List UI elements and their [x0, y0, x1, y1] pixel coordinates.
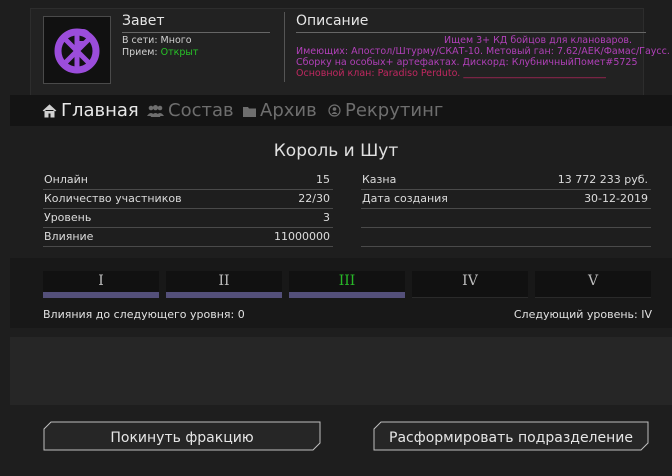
recruit-label: Прием: — [122, 47, 158, 58]
tab-members[interactable]: Состав — [147, 95, 234, 126]
level-progress-bar — [166, 292, 282, 298]
content-panel — [10, 337, 672, 405]
folder-icon — [243, 106, 256, 117]
stat-label: Казна — [362, 173, 397, 186]
stat-label: Влияние — [44, 230, 94, 243]
faction-title: Король и Шут — [273, 141, 399, 161]
description-title: Описание — [296, 13, 369, 29]
level-label: III — [338, 273, 356, 289]
stat-row: Уровень 3 — [43, 209, 333, 228]
tab-label: Состав — [168, 100, 234, 121]
leave-faction-button[interactable]: Покинуть фракцию — [43, 421, 321, 451]
tab-label: Архив — [260, 100, 317, 121]
home-icon — [42, 103, 57, 117]
stat-row: Влияние 11000000 — [43, 228, 333, 247]
recruit-status: Прием: Открыт — [122, 47, 198, 58]
next-level: Следующий уровень: IV — [513, 308, 652, 321]
online-status: В сети: Много — [122, 35, 192, 46]
influence-to-next: Влияния до следующего уровня: 0 — [43, 308, 245, 321]
tab-label: Рекрутинг — [345, 100, 444, 121]
stat-label: Уровень — [44, 211, 92, 224]
stat-value: 15 — [316, 173, 330, 186]
level-tab-4: IV — [412, 271, 528, 298]
stat-value: 11000000 — [274, 230, 330, 243]
divider — [284, 12, 285, 82]
stat-label: Онлайн — [44, 173, 88, 186]
level-progress-bar — [43, 292, 159, 298]
stat-value: 3 — [323, 211, 330, 224]
level-progress-bar — [289, 292, 405, 298]
stat-value: 22/30 — [298, 192, 330, 205]
level-tab-3: III — [289, 271, 405, 298]
description-line: Имеющих: Апостол/Штурму/СКАТ-10. Метовый… — [296, 46, 670, 57]
tab-archive[interactable]: Архив — [243, 95, 317, 126]
clan-logo — [43, 16, 111, 84]
divider — [296, 32, 646, 33]
stat-row: Количество участников 22/30 — [43, 190, 333, 209]
level-label: IV — [462, 273, 478, 289]
chi-rho-icon — [54, 28, 100, 74]
description-line: Основной клан: Paradiso Perduto. _______… — [296, 68, 606, 79]
stat-row: Дата создания 30-12-2019 — [361, 190, 651, 209]
stat-value: 30-12-2019 — [584, 192, 648, 205]
stat-row: Казна 13 772 233 руб. — [361, 171, 651, 190]
members-icon — [147, 104, 164, 117]
stat-row — [361, 209, 651, 228]
online-value: Много — [160, 35, 192, 46]
clan-name: Завет — [122, 13, 165, 29]
tab-recruiting[interactable]: Рекрутинг — [328, 95, 443, 126]
stat-label: Дата создания — [362, 192, 448, 205]
stat-row — [361, 228, 651, 247]
description-line: Ищем 3+ КД бойцов для клановаров. — [444, 35, 632, 46]
disband-unit-button[interactable]: Расформировать подразделение — [373, 421, 649, 451]
button-label: Расформировать подразделение — [389, 430, 633, 446]
recruit-value: Открыт — [160, 47, 199, 58]
level-label: V — [587, 273, 599, 289]
recruit-icon — [328, 104, 341, 117]
description-line: Сборку на особых+ артефактах. Дискорд: К… — [296, 57, 638, 68]
stat-value: 13 772 233 руб. — [557, 173, 648, 186]
button-label: Покинуть фракцию — [110, 430, 254, 446]
online-label: В сети: — [122, 35, 158, 46]
level-tab-5: V — [535, 271, 651, 298]
tab-main[interactable]: Главная — [42, 95, 139, 126]
divider — [122, 32, 270, 33]
stat-label: Количество участников — [44, 192, 182, 205]
stat-row: Онлайн 15 — [43, 171, 333, 190]
level-tab-2: II — [166, 271, 282, 298]
nav-bar: Главная Состав Архив Рекрутинг — [10, 95, 672, 126]
level-tab-1: I — [43, 271, 159, 298]
level-label: I — [98, 273, 104, 289]
tab-label: Главная — [61, 100, 139, 121]
level-label: II — [218, 273, 230, 289]
